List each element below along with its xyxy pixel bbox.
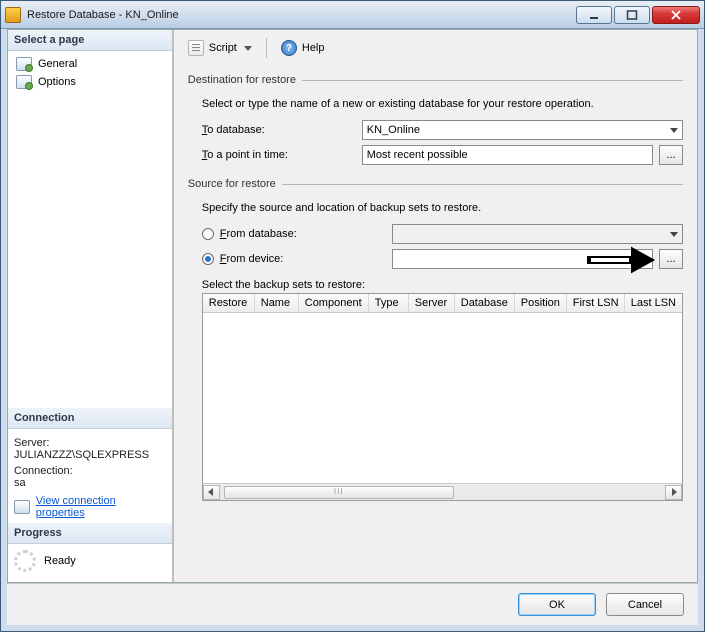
grid-col-restore[interactable]: Restore bbox=[203, 294, 255, 312]
to-point-in-time-browse-button[interactable]: ... bbox=[659, 145, 683, 165]
right-panel: Script Help Destination for restore Sele… bbox=[174, 30, 697, 582]
to-point-in-time-label: To a point in time: bbox=[202, 149, 362, 161]
grid-col-position[interactable]: Position bbox=[515, 294, 567, 312]
grid-body bbox=[203, 313, 682, 483]
chevron-down-icon bbox=[670, 128, 678, 133]
scroll-left-button[interactable] bbox=[203, 485, 220, 500]
app-icon bbox=[5, 7, 21, 23]
from-database-radio[interactable] bbox=[202, 228, 214, 240]
to-point-in-time-value: Most recent possible bbox=[367, 149, 468, 161]
server-value: JULIANZZZ\SQLEXPRESS bbox=[14, 449, 166, 461]
progress-header: Progress bbox=[8, 523, 172, 544]
dialog-footer: OK Cancel bbox=[7, 583, 698, 625]
grid-col-first-lsn[interactable]: First LSN bbox=[567, 294, 625, 312]
connection-header: Connection bbox=[8, 408, 172, 429]
from-device-radio[interactable] bbox=[202, 253, 214, 265]
destination-legend: Destination for restore bbox=[188, 74, 302, 86]
scroll-right-button[interactable] bbox=[665, 485, 682, 500]
titlebar[interactable]: Restore Database - KN_Online bbox=[1, 1, 704, 29]
toolbar: Script Help bbox=[174, 30, 697, 66]
backup-sets-grid[interactable]: Restore Name Component Type Server Datab… bbox=[202, 293, 683, 501]
to-database-label: To database: bbox=[202, 124, 362, 136]
script-label: Script bbox=[209, 42, 237, 54]
page-icon bbox=[16, 75, 32, 89]
grid-col-type[interactable]: Type bbox=[369, 294, 409, 312]
connection-label: Connection: bbox=[14, 465, 166, 477]
view-connection-properties-link[interactable]: View connection properties bbox=[36, 495, 166, 519]
destination-group: Destination for restore Select or type t… bbox=[188, 74, 683, 170]
close-button[interactable] bbox=[652, 6, 700, 24]
scroll-track[interactable] bbox=[220, 485, 665, 500]
grid-col-server[interactable]: Server bbox=[409, 294, 455, 312]
connection-value: sa bbox=[14, 477, 166, 489]
source-legend: Source for restore bbox=[188, 178, 282, 190]
grid-header-row: Restore Name Component Type Server Datab… bbox=[203, 294, 682, 313]
progress-status: Ready bbox=[44, 555, 76, 567]
destination-description: Select or type the name of a new or exis… bbox=[202, 98, 683, 110]
chevron-down-icon[interactable] bbox=[244, 46, 252, 51]
select-page-header: Select a page bbox=[8, 30, 172, 51]
script-button[interactable]: Script bbox=[184, 38, 256, 58]
to-database-combo[interactable]: KN_Online bbox=[362, 120, 683, 140]
page-label: Options bbox=[38, 76, 76, 88]
restore-database-dialog: Restore Database - KN_Online Select a pa… bbox=[0, 0, 705, 632]
page-label: General bbox=[38, 58, 77, 70]
backup-sets-grid-label: Select the backup sets to restore: bbox=[202, 279, 683, 291]
from-database-combo bbox=[392, 224, 683, 244]
left-panel: Select a page General Options Connection… bbox=[8, 30, 174, 582]
toolbar-separator bbox=[266, 38, 267, 58]
grid-col-name[interactable]: Name bbox=[255, 294, 299, 312]
source-description: Specify the source and location of backu… bbox=[202, 202, 683, 214]
server-label: Server: bbox=[14, 437, 166, 449]
from-device-option[interactable]: From device: bbox=[202, 253, 392, 265]
help-button[interactable]: Help bbox=[277, 38, 329, 58]
grid-col-last-lsn[interactable]: Last LSN bbox=[625, 294, 682, 312]
help-label: Help bbox=[302, 42, 325, 54]
help-icon bbox=[281, 40, 297, 56]
from-device-field[interactable] bbox=[392, 249, 653, 269]
to-database-value: KN_Online bbox=[367, 124, 420, 136]
minimize-button[interactable] bbox=[576, 6, 612, 24]
from-database-option[interactable]: From database: bbox=[202, 228, 392, 240]
scroll-thumb[interactable] bbox=[224, 486, 454, 499]
page-icon bbox=[16, 57, 32, 71]
page-options[interactable]: Options bbox=[12, 73, 168, 91]
grid-horizontal-scrollbar[interactable] bbox=[203, 483, 682, 500]
page-general[interactable]: General bbox=[12, 55, 168, 73]
from-device-browse-button[interactable]: ... bbox=[659, 249, 683, 269]
grid-col-database[interactable]: Database bbox=[455, 294, 515, 312]
ok-button[interactable]: OK bbox=[518, 593, 596, 616]
progress-spinner-icon bbox=[14, 550, 36, 572]
window-title: Restore Database - KN_Online bbox=[27, 9, 576, 21]
script-icon bbox=[188, 40, 204, 56]
to-point-in-time-field[interactable]: Most recent possible bbox=[362, 145, 653, 165]
cancel-button[interactable]: Cancel bbox=[606, 593, 684, 616]
grid-col-component[interactable]: Component bbox=[299, 294, 369, 312]
maximize-button[interactable] bbox=[614, 6, 650, 24]
connection-props-icon bbox=[14, 500, 30, 514]
source-group: Source for restore Specify the source an… bbox=[188, 178, 683, 501]
chevron-down-icon bbox=[670, 232, 678, 237]
